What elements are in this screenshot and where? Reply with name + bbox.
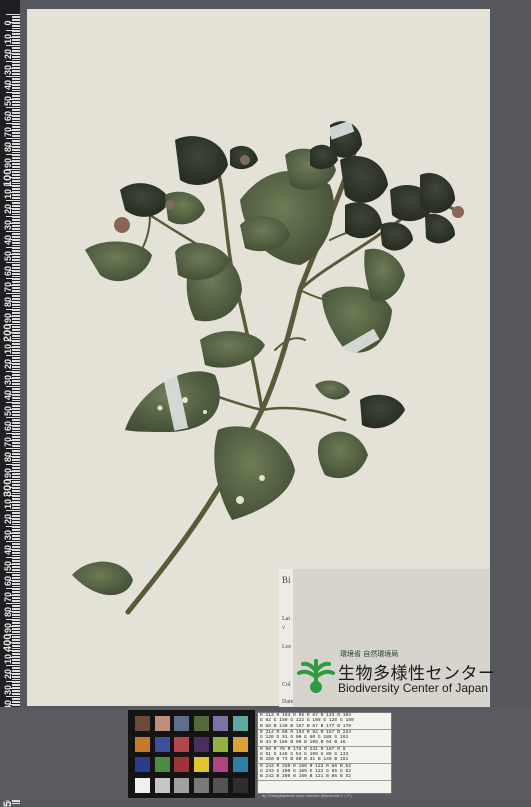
color-swatch: [135, 716, 150, 731]
color-swatch: [174, 777, 189, 793]
title-english: Biodiversity Center of Japan: [338, 681, 489, 695]
color-table-row: B 242 B 200 B 160 B 121 B 85 B 52: [258, 774, 391, 781]
color-swatch: [232, 736, 248, 752]
label-fragment: Col: [282, 682, 291, 688]
color-swatch: [193, 716, 209, 731]
label-fragment: Lat: [282, 616, 290, 622]
color-values-table: R 113 R 194 R 98 R 87 R 133 R 103 G 82 G …: [257, 712, 392, 794]
color-swatch: [154, 736, 170, 752]
label-fragment: Date: [282, 699, 294, 705]
agency-name: 環境省 自然環境局: [340, 650, 399, 658]
label-column: Bi Lat v Loc Col Date: [279, 569, 293, 707]
biodiversity-logo-icon: [297, 659, 335, 693]
color-swatch: [213, 777, 228, 793]
color-swatch: [174, 736, 189, 752]
color-swatch: [154, 777, 170, 793]
color-swatch: [193, 736, 209, 752]
color-swatch: [232, 716, 248, 731]
color-swatch: [213, 736, 228, 752]
color-swatch: [213, 716, 228, 731]
color-swatch: [232, 757, 248, 772]
color-swatch: [135, 757, 150, 772]
color-swatch: [154, 757, 170, 772]
color-swatch: [232, 777, 248, 793]
color-checker: [128, 710, 255, 798]
color-swatch: [193, 757, 209, 772]
color-swatch: [135, 777, 150, 793]
color-swatch: [193, 777, 209, 793]
label-fragment: Bi: [282, 575, 291, 585]
color-swatch: [213, 757, 228, 772]
label-fragment: Loc: [282, 644, 292, 650]
color-swatch: [174, 716, 189, 731]
color-swatch: [135, 736, 150, 752]
label-fragment: v: [282, 625, 285, 631]
color-checker-footnote: by GretagMacbeth color checker (illumina…: [262, 793, 352, 798]
color-swatch: [174, 757, 189, 772]
color-swatch: [154, 716, 170, 731]
